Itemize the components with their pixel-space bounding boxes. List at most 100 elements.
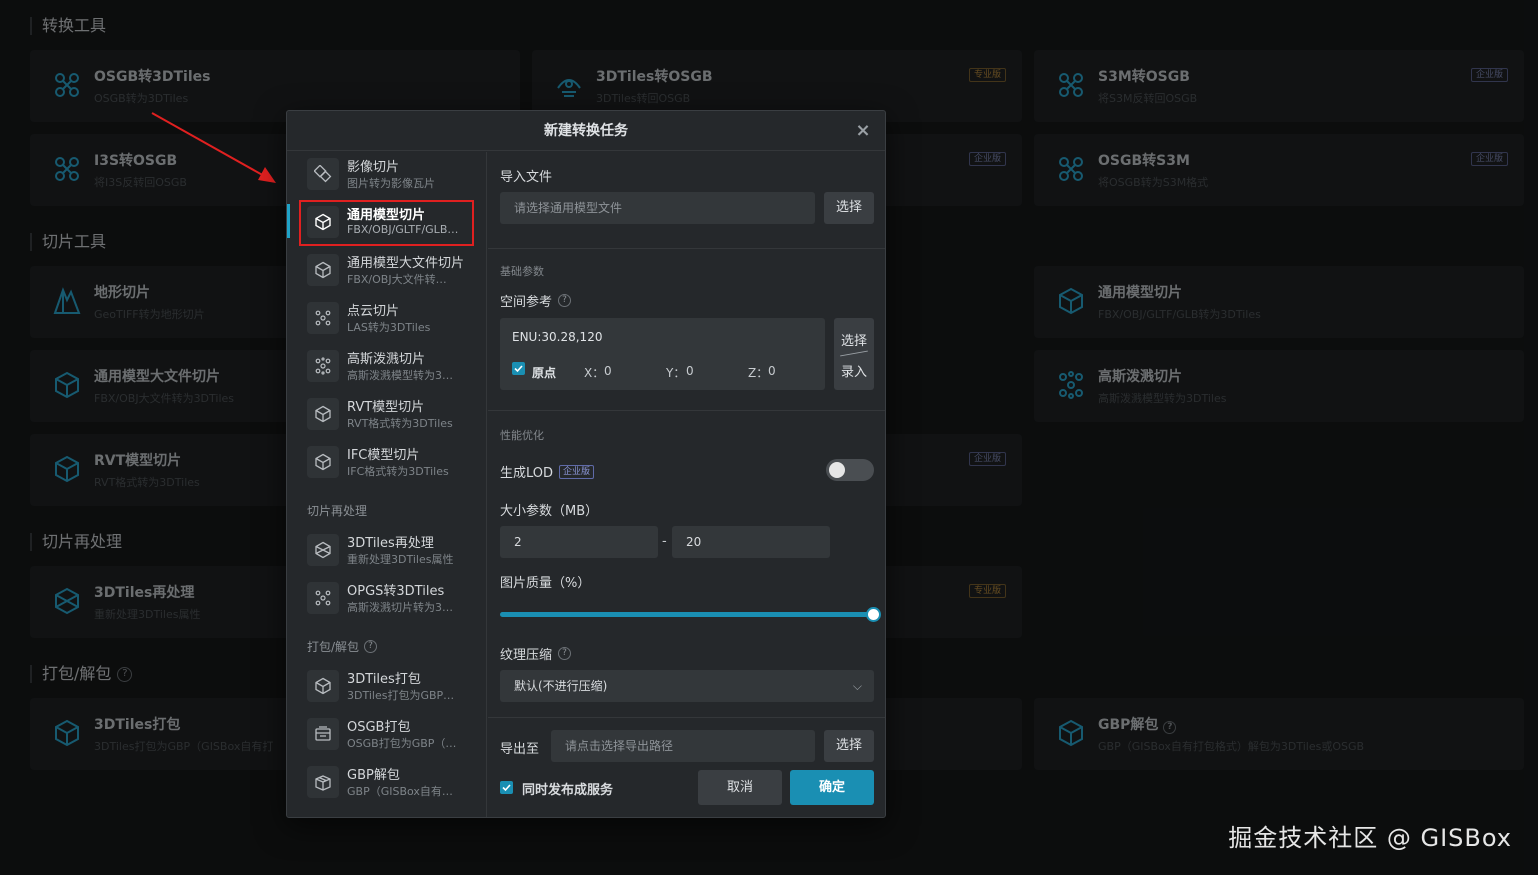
chevron-down-icon: ⌵ — [852, 679, 862, 693]
quality-slider[interactable] — [500, 607, 881, 622]
menu-item-title: 3DTiles打包 — [347, 672, 421, 687]
task-type-menu: 影像切片 图片转为影像瓦片 通用模型切片 FBX/OBJ/GLTF/GLB… 通… — [287, 152, 487, 817]
task-form: 导入文件 请选择通用模型文件 选择 基础参数 空间参考? ENU:30.28,1… — [488, 152, 885, 817]
menu-item-gaussian[interactable]: 高斯泼溅切片 高斯泼溅模型转为3… — [301, 344, 473, 388]
x-value[interactable]: 0 — [604, 364, 612, 378]
group-title-reprocess: 切片再处理 — [307, 504, 368, 518]
spatial-ref-pick-button[interactable]: 选择 录入 — [834, 318, 874, 390]
cube-icon — [307, 254, 339, 286]
enterprise-badge: 企业版 — [559, 464, 595, 479]
image-tile-icon — [307, 158, 339, 190]
y-value[interactable]: 0 — [686, 364, 694, 378]
size-label: 大小参数（MB） — [500, 504, 599, 519]
menu-item-subtitle: 高斯泼溅模型转为3… — [347, 369, 453, 382]
export-select-button[interactable]: 选择 — [824, 730, 874, 762]
size-max-input[interactable]: 20 — [672, 526, 830, 558]
menu-item-title: 3DTiles再处理 — [347, 536, 434, 551]
texture-select[interactable]: 默认(不进行压缩) ⌵ — [500, 670, 874, 702]
slider-thumb[interactable] — [866, 607, 881, 622]
group-title-pack: 打包/解包? — [307, 638, 378, 655]
pick-select-label[interactable]: 选择 — [834, 330, 874, 349]
divider — [488, 410, 885, 411]
help-icon[interactable]: ? — [364, 640, 378, 653]
menu-item-image-tile[interactable]: 影像切片 图片转为影像瓦片 — [301, 152, 473, 196]
origin-checkbox[interactable] — [512, 362, 525, 375]
enu-value: ENU:30.28,120 — [512, 330, 603, 344]
annotation-arrow — [151, 112, 276, 183]
gaussian-icon — [307, 350, 339, 382]
help-icon[interactable]: ? — [558, 294, 572, 307]
cube-icon — [307, 398, 339, 430]
menu-item-subtitle: OSGB打包为GBP（… — [347, 737, 457, 750]
spatial-ref-box: ENU:30.28,120 原点 X： 0 Y： 0 Z： 0 — [500, 318, 825, 390]
export-path-input[interactable]: 请点击选择导出路径 — [551, 730, 815, 762]
menu-item-title: 高斯泼溅切片 — [347, 352, 426, 367]
active-indicator — [287, 204, 290, 238]
menu-item-3dtiles-reprocess[interactable]: 3DTiles再处理 重新处理3DTiles属性 — [301, 528, 473, 572]
slider-fill — [500, 612, 874, 617]
menu-item-title: 点云切片 — [347, 304, 400, 319]
menu-item-subtitle: 图片转为影像瓦片 — [347, 177, 435, 190]
watermark: 掘金技术社区 @ GISBox — [1228, 824, 1512, 852]
menu-item-subtitle: 重新处理3DTiles属性 — [347, 553, 454, 566]
quality-label: 图片质量（%） — [500, 576, 591, 591]
confirm-button[interactable]: 确定 — [790, 770, 874, 805]
menu-item-gbp-unpack[interactable]: GBP解包 GBP（GISBox自有… — [301, 760, 473, 804]
size-dash: - — [662, 534, 667, 549]
highlight-box — [299, 200, 474, 246]
origin-label: 原点 — [532, 366, 557, 380]
menu-item-subtitle: 3DTiles打包为GBP… — [347, 689, 455, 702]
pick-separator — [840, 350, 868, 357]
basic-params-heading: 基础参数 — [500, 265, 544, 278]
spatial-ref-label: 空间参考? — [500, 291, 572, 310]
publish-label: 同时发布成服务 — [522, 783, 614, 798]
menu-item-title: OPGS转3DTiles — [347, 584, 445, 599]
menu-item-title: OSGB打包 — [347, 720, 411, 735]
x-label: X： — [584, 366, 605, 380]
menu-item-subtitle: FBX/OBJ大文件转… — [347, 273, 447, 286]
menu-item-big-model[interactable]: 通用模型大文件切片 FBX/OBJ大文件转… — [301, 248, 473, 292]
z-value[interactable]: 0 — [768, 364, 776, 378]
import-file-label: 导入文件 — [500, 170, 553, 185]
menu-item-point-cloud[interactable]: 点云切片 LAS转为3DTiles — [301, 296, 473, 340]
menu-item-rvt[interactable]: RVT模型切片 RVT格式转为3DTiles — [301, 392, 473, 436]
close-icon[interactable]: × — [853, 111, 873, 151]
menu-item-ifc[interactable]: IFC模型切片 IFC格式转为3DTiles — [301, 440, 473, 484]
dialog-header: 新建转换任务 × — [287, 111, 885, 151]
cancel-button[interactable]: 取消 — [698, 770, 782, 805]
publish-checkbox[interactable] — [500, 781, 513, 794]
cube-icon — [307, 670, 339, 702]
lod-label: 生成LOD 企业版 — [500, 462, 595, 481]
menu-item-title: 通用模型大文件切片 — [347, 256, 465, 271]
package-icon — [307, 718, 339, 750]
divider — [488, 717, 885, 718]
import-select-button[interactable]: 选择 — [824, 192, 874, 224]
gaussian-icon — [307, 582, 339, 614]
toggle-knob — [829, 462, 845, 478]
z-label: Z： — [748, 366, 769, 380]
cube-icon — [307, 534, 339, 566]
menu-item-subtitle: 高斯泼溅切片转为3… — [347, 601, 453, 614]
menu-item-subtitle: GBP（GISBox自有… — [347, 785, 453, 798]
import-file-input[interactable]: 请选择通用模型文件 — [500, 192, 815, 224]
texture-label: 纹理压缩? — [500, 644, 572, 663]
size-min-input[interactable]: 2 — [500, 526, 658, 558]
help-icon[interactable]: ? — [558, 647, 572, 660]
menu-item-subtitle: LAS转为3DTiles — [347, 321, 431, 334]
point-cloud-icon — [307, 302, 339, 334]
menu-item-3dtiles-pack[interactable]: 3DTiles打包 3DTiles打包为GBP… — [301, 664, 473, 708]
export-label: 导出至 — [500, 742, 540, 757]
y-label: Y： — [666, 366, 686, 380]
unpack-icon — [307, 766, 339, 798]
new-convert-task-dialog: 新建转换任务 × 影像切片 图片转为影像瓦片 通用模型切片 FBX/OBJ/GL… — [286, 110, 886, 818]
perf-heading: 性能优化 — [500, 429, 544, 442]
cube-icon — [307, 446, 339, 478]
menu-item-subtitle: RVT格式转为3DTiles — [347, 417, 453, 430]
menu-item-subtitle: IFC格式转为3DTiles — [347, 465, 449, 478]
menu-item-osgb-pack[interactable]: OSGB打包 OSGB打包为GBP（… — [301, 712, 473, 756]
lod-toggle[interactable] — [826, 459, 874, 481]
menu-item-title: 影像切片 — [347, 160, 400, 175]
menu-item-opgs[interactable]: OPGS转3DTiles 高斯泼溅切片转为3… — [301, 576, 473, 620]
pick-input-label[interactable]: 录入 — [834, 361, 874, 380]
menu-item-title: IFC模型切片 — [347, 448, 420, 463]
